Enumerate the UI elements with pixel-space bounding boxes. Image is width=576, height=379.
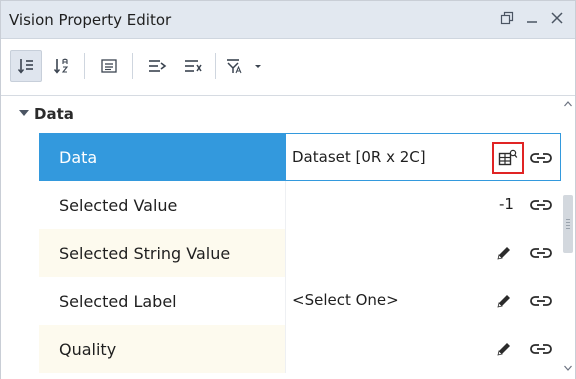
binding-link-icon[interactable]: [528, 243, 554, 263]
window-title: Vision Property Editor: [9, 11, 172, 29]
filter-icon[interactable]: [223, 50, 267, 82]
pencil-icon[interactable]: [494, 339, 514, 359]
property-row-data[interactable]: Data Dataset [0R x 2C]: [39, 133, 561, 181]
property-value-cell[interactable]: Dataset [0R x 2C]: [285, 133, 561, 181]
scrollbar-thumb[interactable]: [563, 195, 573, 253]
toolbar-separator: [132, 53, 133, 79]
property-name: Selected Label: [39, 277, 285, 325]
expand-all-icon[interactable]: [141, 50, 173, 82]
binding-link-icon[interactable]: [528, 148, 554, 168]
property-value: Dataset [0R x 2C]: [292, 148, 426, 166]
title-bar[interactable]: Vision Property Editor: [1, 1, 575, 39]
binding-link-icon[interactable]: [528, 339, 554, 359]
binding-link-icon[interactable]: [528, 195, 554, 215]
property-editor-window: Vision Property Editor Data Data Dataset…: [0, 0, 576, 379]
minimize-icon[interactable]: [521, 5, 543, 31]
property-name: Data: [39, 133, 285, 181]
collapse-all-icon[interactable]: [177, 50, 209, 82]
grip-line: [566, 228, 570, 229]
scroll-down-icon[interactable]: [563, 363, 573, 373]
property-name: Selected Value: [39, 181, 285, 229]
sort-alphabetical-icon[interactable]: [46, 50, 78, 82]
property-name: Quality: [39, 325, 285, 373]
property-row-quality[interactable]: Quality: [39, 325, 561, 373]
dataset-viewer-icon[interactable]: [492, 142, 524, 174]
category-data[interactable]: Data: [1, 97, 561, 131]
grip-line: [566, 219, 570, 220]
toolbar-separator: [215, 53, 216, 79]
property-value-cell[interactable]: [285, 325, 561, 373]
restore-icon[interactable]: [496, 5, 518, 31]
property-value-cell[interactable]: <Select One>: [285, 277, 561, 325]
sort-categorized-icon[interactable]: [10, 50, 42, 82]
property-value-cell[interactable]: -1: [285, 181, 561, 229]
property-name: Selected String Value: [39, 229, 285, 277]
grip-line: [566, 225, 570, 226]
property-value-cell[interactable]: [285, 229, 561, 277]
category-label: Data: [34, 105, 74, 123]
property-value: <Select One>: [292, 291, 399, 309]
expand-triangle-icon[interactable]: [19, 110, 29, 116]
property-row-selected-string-value[interactable]: Selected String Value: [39, 229, 561, 277]
toolbar: [1, 40, 575, 96]
property-value: -1: [499, 195, 514, 213]
property-grid: Data Data Dataset [0R x 2C] Selected Val…: [1, 97, 575, 379]
property-row-selected-label[interactable]: Selected Label <Select One>: [39, 277, 561, 325]
pencil-icon[interactable]: [494, 291, 514, 311]
description-panel-icon[interactable]: [93, 50, 125, 82]
close-icon[interactable]: [546, 5, 568, 31]
binding-link-icon[interactable]: [528, 291, 554, 311]
scroll-up-icon[interactable]: [563, 99, 573, 109]
grip-line: [566, 222, 570, 223]
toolbar-separator: [84, 53, 85, 79]
vertical-scrollbar[interactable]: [561, 97, 575, 379]
pencil-icon[interactable]: [494, 243, 514, 263]
property-row-selected-value[interactable]: Selected Value -1: [39, 181, 561, 229]
